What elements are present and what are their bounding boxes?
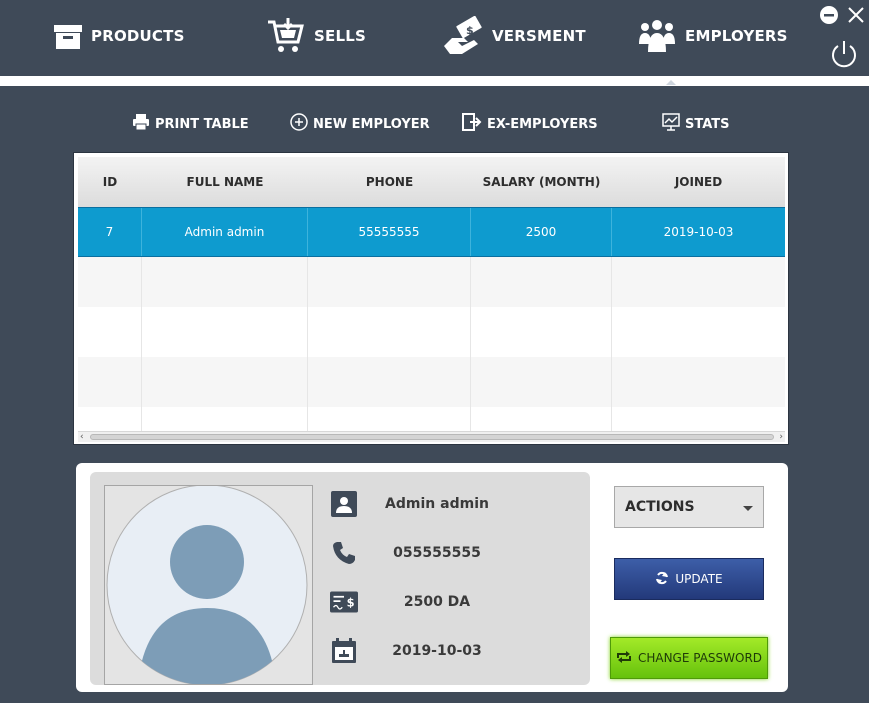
- active-tab-indicator: [666, 80, 676, 85]
- empty-table-row: [78, 407, 785, 432]
- scroll-right-icon[interactable]: ›: [779, 432, 783, 442]
- nav-versment-label: VERSMENT: [492, 27, 586, 45]
- new-employer-label: NEW EMPLOYER: [313, 116, 430, 132]
- cell-full-name: Admin admin: [142, 208, 308, 256]
- column-header-phone[interactable]: PHONE: [308, 157, 471, 207]
- minimize-button[interactable]: [819, 5, 839, 29]
- employers-table: ID FULL NAME PHONE SALARY (MONTH) JOINED…: [73, 152, 789, 445]
- add-circle-icon: [290, 113, 308, 135]
- column-header-salary[interactable]: SALARY (MONTH): [471, 157, 612, 207]
- stats-button[interactable]: STATS: [662, 113, 730, 135]
- nav-products[interactable]: PRODUCTS: [53, 14, 185, 58]
- empty-table-row: [78, 257, 785, 307]
- power-button[interactable]: [828, 38, 860, 74]
- new-employer-button[interactable]: NEW EMPLOYER: [290, 113, 430, 135]
- svg-text:$: $: [466, 24, 474, 37]
- close-icon: [846, 7, 866, 29]
- cell-phone: 55555555: [308, 208, 471, 256]
- team-icon: [637, 18, 677, 54]
- nav-divider: [0, 76, 869, 86]
- calendar-icon: [330, 637, 358, 665]
- nav-sells[interactable]: SELLS: [266, 14, 366, 58]
- detail-salary: 2500 DA: [403, 594, 471, 610]
- employers-panel: PRINT TABLE NEW EMPLOYER EX-EMPLOYERS ST…: [0, 86, 869, 703]
- svg-text:$: $: [347, 595, 355, 609]
- swap-arrows-icon: [616, 650, 632, 667]
- change-password-button[interactable]: CHANGE PASSWORD: [610, 637, 768, 679]
- ex-employers-label: EX-EMPLOYERS: [487, 116, 598, 132]
- table-body: 7 Admin admin 55555555 2500 2019-10-03: [78, 207, 785, 432]
- ex-employers-button[interactable]: EX-EMPLOYERS: [462, 113, 598, 135]
- nav-employers[interactable]: EMPLOYERS: [637, 14, 788, 58]
- scrollbar-thumb[interactable]: [90, 434, 774, 440]
- cell-id: 7: [78, 208, 142, 256]
- update-button[interactable]: UPDATE: [614, 558, 764, 600]
- print-table-label: PRINT TABLE: [155, 116, 249, 132]
- archive-box-icon: [53, 22, 83, 50]
- salary-check-icon: $: [330, 588, 358, 616]
- nav-employers-label: EMPLOYERS: [685, 27, 788, 45]
- detail-joined: 2019-10-03: [392, 643, 482, 659]
- cell-joined: 2019-10-03: [663, 225, 734, 239]
- detail-name: Admin admin: [385, 496, 489, 512]
- nav-sells-label: SELLS: [314, 27, 366, 45]
- chevron-down-icon: [743, 506, 753, 511]
- employer-details-panel: Admin admin 055555555 $ 2500 DA 2019-10-…: [76, 463, 788, 692]
- contact-card-icon: [330, 490, 358, 518]
- user-avatar-icon: [105, 486, 312, 684]
- actions-dropdown-label: ACTIONS: [625, 499, 695, 515]
- column-header-full-name[interactable]: FULL NAME: [142, 157, 308, 207]
- table-row[interactable]: 7 Admin admin 55555555 2500 2019-10-03: [78, 207, 785, 257]
- money-hand-icon: $: [442, 16, 484, 56]
- top-nav: PRODUCTS SELLS $ VERSMENT EMPLOYERS: [0, 0, 869, 76]
- empty-table-row: [78, 357, 785, 407]
- column-header-id[interactable]: ID: [78, 157, 142, 207]
- nav-products-label: PRODUCTS: [91, 27, 185, 45]
- horizontal-scrollbar[interactable]: ‹ ›: [78, 431, 785, 442]
- shopping-cart-icon: [266, 16, 306, 56]
- detail-name-row: Admin admin: [330, 488, 489, 520]
- exit-arrow-icon: [462, 113, 482, 135]
- table-header: ID FULL NAME PHONE SALARY (MONTH) JOINED: [78, 157, 785, 207]
- chart-board-icon: [662, 113, 680, 135]
- detail-joined-row: 2019-10-03: [330, 635, 482, 667]
- employer-photo[interactable]: [104, 485, 313, 685]
- update-button-label: UPDATE: [675, 572, 723, 586]
- print-table-button[interactable]: PRINT TABLE: [132, 114, 249, 134]
- employer-card: Admin admin 055555555 $ 2500 DA 2019-10-…: [90, 472, 590, 685]
- detail-phone-row: 055555555: [330, 537, 481, 569]
- close-button[interactable]: [846, 5, 866, 29]
- cell-salary: 2500: [471, 208, 612, 256]
- stats-label: STATS: [685, 116, 730, 132]
- column-header-joined[interactable]: JOINED: [612, 157, 785, 207]
- empty-table-row: [78, 307, 785, 357]
- actions-dropdown[interactable]: ACTIONS: [614, 486, 764, 528]
- detail-salary-row: $ 2500 DA: [330, 586, 470, 618]
- refresh-icon: [655, 571, 669, 588]
- power-icon: [828, 41, 860, 74]
- nav-versment[interactable]: $ VERSMENT: [442, 14, 586, 58]
- minimize-icon: [819, 6, 839, 29]
- detail-phone: 055555555: [393, 545, 481, 561]
- printer-icon: [132, 113, 150, 135]
- phone-icon: [330, 539, 358, 567]
- change-password-label: CHANGE PASSWORD: [637, 651, 763, 665]
- scroll-left-icon[interactable]: ‹: [80, 432, 84, 442]
